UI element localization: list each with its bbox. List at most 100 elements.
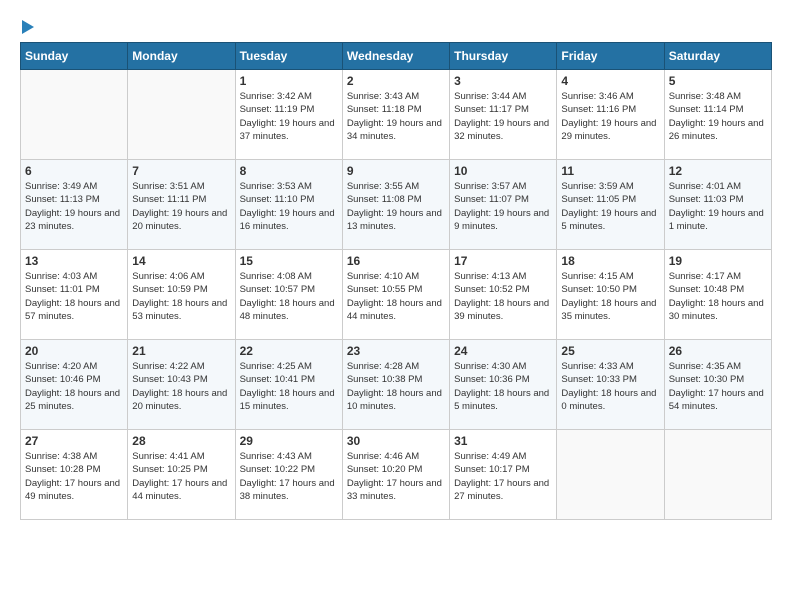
day-detail: Sunrise: 4:13 AM Sunset: 10:52 PM Daylig…: [454, 270, 552, 323]
day-detail: Sunrise: 4:46 AM Sunset: 10:20 PM Daylig…: [347, 450, 445, 503]
logo: [20, 20, 34, 34]
calendar-cell: 11 Sunrise: 3:59 AM Sunset: 11:05 PM Dayl…: [557, 160, 664, 250]
day-number: 29: [240, 434, 338, 448]
calendar-cell: 8Sunrise: 3:53 AM Sunset: 11:10 PM Dayli…: [235, 160, 342, 250]
weekday-header-saturday: Saturday: [664, 43, 771, 70]
day-detail: Sunrise: 3:43 AM Sunset: 11:18 PM Daylig…: [347, 90, 445, 143]
logo-arrow-icon: [22, 20, 34, 34]
day-number: 1: [240, 74, 338, 88]
day-number: 16: [347, 254, 445, 268]
day-number: 6: [25, 164, 123, 178]
calendar-cell: [128, 70, 235, 160]
day-number: 27: [25, 434, 123, 448]
day-number: 15: [240, 254, 338, 268]
calendar-cell: 24 Sunrise: 4:30 AM Sunset: 10:36 PM Dayl…: [450, 340, 557, 430]
page: SundayMondayTuesdayWednesdayThursdayFrid…: [0, 0, 792, 530]
calendar-cell: 16Sunrise: 4:10 AM Sunset: 10:55 PM Dayl…: [342, 250, 449, 340]
day-number: 19: [669, 254, 767, 268]
day-detail: Sunrise: 3:55 AM Sunset: 11:08 PM Daylig…: [347, 180, 445, 233]
day-detail: Sunrise: 4:41 AM Sunset: 10:25 PM Daylig…: [132, 450, 230, 503]
day-number: 13: [25, 254, 123, 268]
day-detail: Sunrise: 4:38 AM Sunset: 10:28 PM Daylig…: [25, 450, 123, 503]
day-number: 28: [132, 434, 230, 448]
day-detail: Sunrise: 3:44 AM Sunset: 11:17 PM Daylig…: [454, 90, 552, 143]
calendar-week-3: 13 Sunrise: 4:03 AM Sunset: 11:01 PM Dayl…: [21, 250, 772, 340]
day-detail: Sunrise: 4:35 AM Sunset: 10:30 PM Daylig…: [669, 360, 767, 413]
calendar-cell: 9 Sunrise: 3:55 AM Sunset: 11:08 PM Dayli…: [342, 160, 449, 250]
calendar-cell: 23 Sunrise: 4:28 AM Sunset: 10:38 PM Dayl…: [342, 340, 449, 430]
day-detail: Sunrise: 3:51 AM Sunset: 11:11 PM Daylig…: [132, 180, 230, 233]
day-number: 7: [132, 164, 230, 178]
day-detail: Sunrise: 4:28 AM Sunset: 10:38 PM Daylig…: [347, 360, 445, 413]
day-number: 14: [132, 254, 230, 268]
calendar-cell: 19 Sunrise: 4:17 AM Sunset: 10:48 PM Dayl…: [664, 250, 771, 340]
day-number: 9: [347, 164, 445, 178]
weekday-header-friday: Friday: [557, 43, 664, 70]
day-number: 23: [347, 344, 445, 358]
day-number: 21: [132, 344, 230, 358]
day-number: 12: [669, 164, 767, 178]
calendar-cell: 15 Sunrise: 4:08 AM Sunset: 10:57 PM Dayl…: [235, 250, 342, 340]
calendar-cell: 12 Sunrise: 4:01 AM Sunset: 11:03 PM Dayl…: [664, 160, 771, 250]
day-detail: Sunrise: 3:59 AM Sunset: 11:05 PM Daylig…: [561, 180, 659, 233]
day-number: 4: [561, 74, 659, 88]
day-detail: Sunrise: 4:03 AM Sunset: 11:01 PM Daylig…: [25, 270, 123, 323]
day-number: 2: [347, 74, 445, 88]
day-number: 10: [454, 164, 552, 178]
weekday-header-wednesday: Wednesday: [342, 43, 449, 70]
calendar-cell: 28 Sunrise: 4:41 AM Sunset: 10:25 PM Dayl…: [128, 430, 235, 520]
calendar-cell: 3 Sunrise: 3:44 AM Sunset: 11:17 PM Dayli…: [450, 70, 557, 160]
calendar-cell: [557, 430, 664, 520]
calendar-cell: [21, 70, 128, 160]
calendar-cell: 20Sunrise: 4:20 AM Sunset: 10:46 PM Dayl…: [21, 340, 128, 430]
calendar-cell: 4 Sunrise: 3:46 AM Sunset: 11:16 PM Dayli…: [557, 70, 664, 160]
weekday-header-thursday: Thursday: [450, 43, 557, 70]
day-number: 24: [454, 344, 552, 358]
calendar-cell: 13 Sunrise: 4:03 AM Sunset: 11:01 PM Dayl…: [21, 250, 128, 340]
calendar-cell: [664, 430, 771, 520]
calendar-cell: 29 Sunrise: 4:43 AM Sunset: 10:22 PM Dayl…: [235, 430, 342, 520]
day-detail: Sunrise: 3:48 AM Sunset: 11:14 PM Daylig…: [669, 90, 767, 143]
day-number: 3: [454, 74, 552, 88]
day-detail: Sunrise: 4:08 AM Sunset: 10:57 PM Daylig…: [240, 270, 338, 323]
weekday-header-tuesday: Tuesday: [235, 43, 342, 70]
calendar: SundayMondayTuesdayWednesdayThursdayFrid…: [20, 42, 772, 520]
calendar-cell: 25Sunrise: 4:33 AM Sunset: 10:33 PM Dayl…: [557, 340, 664, 430]
day-number: 30: [347, 434, 445, 448]
day-number: 31: [454, 434, 552, 448]
day-detail: Sunrise: 4:17 AM Sunset: 10:48 PM Daylig…: [669, 270, 767, 323]
calendar-cell: 10 Sunrise: 3:57 AM Sunset: 11:07 PM Dayl…: [450, 160, 557, 250]
day-detail: Sunrise: 4:15 AM Sunset: 10:50 PM Daylig…: [561, 270, 659, 323]
calendar-cell: 6 Sunrise: 3:49 AM Sunset: 11:13 PM Dayli…: [21, 160, 128, 250]
calendar-week-2: 6 Sunrise: 3:49 AM Sunset: 11:13 PM Dayli…: [21, 160, 772, 250]
day-number: 5: [669, 74, 767, 88]
calendar-cell: 2 Sunrise: 3:43 AM Sunset: 11:18 PM Dayli…: [342, 70, 449, 160]
calendar-cell: 7 Sunrise: 3:51 AM Sunset: 11:11 PM Dayli…: [128, 160, 235, 250]
day-detail: Sunrise: 4:30 AM Sunset: 10:36 PM Daylig…: [454, 360, 552, 413]
calendar-week-4: 20Sunrise: 4:20 AM Sunset: 10:46 PM Dayl…: [21, 340, 772, 430]
weekday-header-monday: Monday: [128, 43, 235, 70]
calendar-cell: 27 Sunrise: 4:38 AM Sunset: 10:28 PM Dayl…: [21, 430, 128, 520]
calendar-cell: 22Sunrise: 4:25 AM Sunset: 10:41 PM Dayl…: [235, 340, 342, 430]
day-detail: Sunrise: 4:01 AM Sunset: 11:03 PM Daylig…: [669, 180, 767, 233]
day-detail: Sunrise: 3:42 AM Sunset: 11:19 PM Daylig…: [240, 90, 338, 143]
day-detail: Sunrise: 4:33 AM Sunset: 10:33 PM Daylig…: [561, 360, 659, 413]
calendar-cell: 5 Sunrise: 3:48 AM Sunset: 11:14 PM Dayli…: [664, 70, 771, 160]
calendar-cell: 30 Sunrise: 4:46 AM Sunset: 10:20 PM Dayl…: [342, 430, 449, 520]
day-detail: Sunrise: 3:49 AM Sunset: 11:13 PM Daylig…: [25, 180, 123, 233]
day-number: 17: [454, 254, 552, 268]
day-number: 11: [561, 164, 659, 178]
day-detail: Sunrise: 4:49 AM Sunset: 10:17 PM Daylig…: [454, 450, 552, 503]
day-number: 20: [25, 344, 123, 358]
day-number: 8: [240, 164, 338, 178]
day-detail: Sunrise: 3:57 AM Sunset: 11:07 PM Daylig…: [454, 180, 552, 233]
day-detail: Sunrise: 3:46 AM Sunset: 11:16 PM Daylig…: [561, 90, 659, 143]
calendar-cell: 14 Sunrise: 4:06 AM Sunset: 10:59 PM Dayl…: [128, 250, 235, 340]
day-number: 22: [240, 344, 338, 358]
day-detail: Sunrise: 4:06 AM Sunset: 10:59 PM Daylig…: [132, 270, 230, 323]
day-detail: Sunrise: 4:43 AM Sunset: 10:22 PM Daylig…: [240, 450, 338, 503]
day-number: 18: [561, 254, 659, 268]
weekday-header-sunday: Sunday: [21, 43, 128, 70]
day-number: 26: [669, 344, 767, 358]
calendar-week-1: 1 Sunrise: 3:42 AM Sunset: 11:19 PM Dayli…: [21, 70, 772, 160]
